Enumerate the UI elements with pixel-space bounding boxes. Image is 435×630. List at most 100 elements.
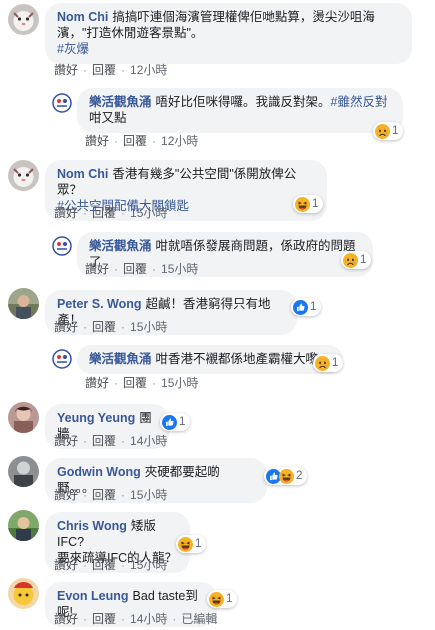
- comment-text: 咁又點: [89, 111, 127, 125]
- avatar[interactable]: [8, 456, 39, 487]
- comment-actions: 讚好 · 回覆 · 15小時: [85, 260, 198, 277]
- separator: ·: [83, 612, 88, 626]
- like-button[interactable]: 讚好: [54, 612, 78, 626]
- reaction-summary[interactable]: 1: [176, 535, 207, 553]
- edited-label[interactable]: 已編輯: [181, 612, 217, 626]
- like-button[interactable]: 讚好: [85, 376, 109, 390]
- timestamp[interactable]: 15小時: [130, 488, 167, 502]
- comment-author[interactable]: Chris Wong: [57, 519, 127, 533]
- like-button[interactable]: 讚好: [85, 262, 109, 276]
- comment-author[interactable]: 樂活觀魚涌: [89, 239, 152, 253]
- sad-icon: [315, 356, 330, 371]
- timestamp[interactable]: 15小時: [130, 558, 167, 572]
- comment-bubble: Nom Chi 搞搞吓連個海濱管理權俾佢哋點算，燙尖沙咀海 濱，"打造休閒遊客景點…: [45, 3, 412, 64]
- reaction-summary[interactable]: 1: [373, 122, 404, 140]
- reaction-count: 1: [360, 254, 367, 266]
- hashtag[interactable]: #灰爆: [57, 41, 400, 57]
- like-button[interactable]: 讚好: [54, 434, 78, 448]
- reaction-summary[interactable]: 2: [264, 467, 308, 485]
- timestamp[interactable]: 15小時: [161, 376, 198, 390]
- timestamp[interactable]: 15小時: [130, 206, 167, 220]
- reaction-count: 1: [195, 538, 202, 550]
- reply-button[interactable]: 回覆: [92, 63, 116, 77]
- sad-icon: [343, 253, 358, 268]
- reply-button[interactable]: 回覆: [92, 434, 116, 448]
- like-icon: [293, 300, 308, 315]
- haha-icon: [178, 537, 193, 552]
- comment-author[interactable]: 樂活觀魚涌: [89, 352, 152, 366]
- hashtag[interactable]: #雖然反對: [331, 95, 388, 109]
- comment-author[interactable]: Nom Chi: [57, 10, 108, 24]
- like-button[interactable]: 讚好: [54, 320, 78, 334]
- reply-button[interactable]: 回覆: [123, 262, 147, 276]
- reaction-summary[interactable]: 1: [291, 298, 322, 316]
- reaction-summary[interactable]: 1: [341, 251, 372, 269]
- reaction-count: 1: [332, 357, 339, 369]
- reaction-count: 2: [296, 470, 303, 482]
- separator: ·: [114, 134, 119, 148]
- timestamp[interactable]: 12小時: [130, 63, 167, 77]
- timestamp[interactable]: 14小時: [130, 612, 167, 626]
- haha-icon: [209, 592, 224, 607]
- reaction-summary[interactable]: 1: [313, 354, 344, 372]
- reply-button[interactable]: 回覆: [92, 558, 116, 572]
- comment-author[interactable]: Yeung Yeung: [57, 411, 135, 425]
- comment-author[interactable]: Evon Leung: [57, 589, 129, 603]
- separator: ·: [83, 320, 88, 334]
- like-button[interactable]: 讚好: [54, 63, 78, 77]
- reaction-count: 1: [312, 198, 319, 210]
- sad-icon: [375, 124, 390, 139]
- timestamp[interactable]: 15小時: [130, 320, 167, 334]
- reply-button[interactable]: 回覆: [92, 488, 116, 502]
- separator: ·: [121, 612, 126, 626]
- avatar[interactable]: [8, 160, 39, 191]
- timestamp[interactable]: 12小時: [161, 134, 198, 148]
- separator: ·: [121, 488, 126, 502]
- avatar[interactable]: [8, 510, 39, 541]
- reply-button[interactable]: 回覆: [123, 376, 147, 390]
- comment-actions: 讚好 · 回覆 · 15小時: [54, 486, 167, 503]
- avatar[interactable]: [8, 288, 39, 319]
- comment-actions: 讚好 · 回覆 · 14小時 · 已編輯: [54, 610, 217, 627]
- like-button[interactable]: 讚好: [85, 134, 109, 148]
- comment-actions: 讚好 · 回覆 · 15小時: [54, 204, 167, 221]
- comment-text: 搞搞吓連個海濱管理權俾佢哋點算，燙尖沙咀海: [112, 10, 375, 24]
- comment-actions: 讚好 · 回覆 · 15小時: [54, 556, 167, 573]
- comment-author[interactable]: Peter S. Wong: [57, 297, 142, 311]
- separator: ·: [152, 376, 157, 390]
- like-button[interactable]: 讚好: [54, 558, 78, 572]
- avatar[interactable]: [8, 4, 39, 35]
- like-button[interactable]: 讚好: [54, 488, 78, 502]
- comment-author[interactable]: 樂活觀魚涌: [89, 95, 152, 109]
- comment-actions: 讚好 · 回覆 · 12小時: [85, 132, 198, 149]
- reply-button[interactable]: 回覆: [92, 206, 116, 220]
- reaction-count: 1: [226, 593, 233, 605]
- comment-text: 唔好比佢咪得囉。我識反對架。: [155, 95, 331, 109]
- avatar[interactable]: [52, 236, 72, 256]
- separator: ·: [121, 434, 126, 448]
- timestamp[interactable]: 14小時: [130, 434, 167, 448]
- haha-icon: [279, 469, 294, 484]
- comment-author[interactable]: Godwin Wong: [57, 465, 141, 479]
- reaction-summary[interactable]: 1: [207, 590, 238, 608]
- timestamp[interactable]: 15小時: [161, 262, 198, 276]
- like-button[interactable]: 讚好: [54, 206, 78, 220]
- avatar[interactable]: [8, 578, 39, 609]
- avatar[interactable]: [8, 402, 39, 433]
- reply-button[interactable]: 回覆: [92, 612, 116, 626]
- separator: ·: [114, 262, 119, 276]
- separator: ·: [83, 488, 88, 502]
- separator: ·: [121, 558, 126, 572]
- reaction-summary[interactable]: 1: [293, 195, 324, 213]
- comment-author[interactable]: Nom Chi: [57, 167, 108, 181]
- avatar[interactable]: [52, 93, 72, 113]
- separator: ·: [83, 434, 88, 448]
- reply-button[interactable]: 回覆: [123, 134, 147, 148]
- reaction-summary[interactable]: 1: [160, 413, 191, 431]
- reply-button[interactable]: 回覆: [92, 320, 116, 334]
- separator: ·: [121, 206, 126, 220]
- comment-actions: 讚好 · 回覆 · 15小時: [54, 318, 167, 335]
- avatar[interactable]: [52, 349, 72, 369]
- haha-icon: [295, 197, 310, 212]
- separator: ·: [83, 63, 88, 77]
